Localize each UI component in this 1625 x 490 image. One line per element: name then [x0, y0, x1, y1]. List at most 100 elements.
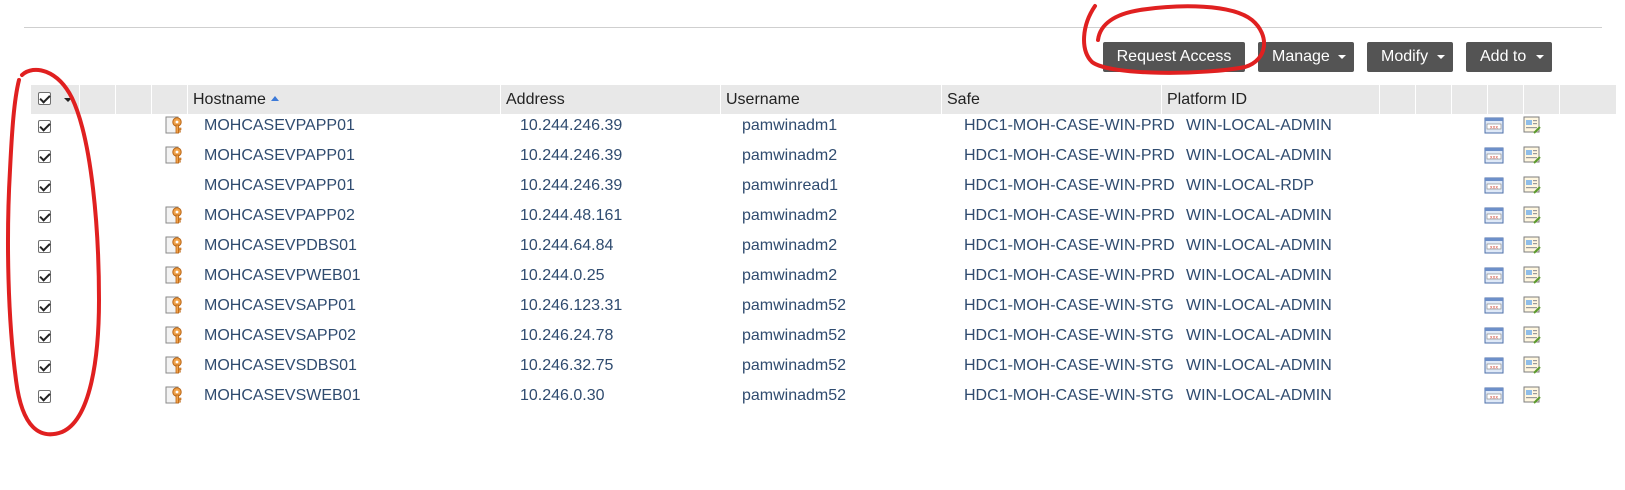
- connect-icon[interactable]: xxx: [1484, 237, 1504, 255]
- username-cell: pamwinadm52: [742, 327, 847, 344]
- table-row[interactable]: MOHCASEVSAPP02 10.246.24.78 pamwinadm52 HDC…: [31, 321, 1616, 351]
- hostname-cell: MOHCASEVPDBS01: [204, 237, 357, 254]
- modify-button[interactable]: Modify: [1367, 42, 1453, 72]
- column-header-username[interactable]: Username: [726, 85, 800, 114]
- svg-text:xxx: xxx: [1490, 125, 1498, 130]
- account-details-icon[interactable]: [1522, 116, 1542, 134]
- address-cell: 10.246.32.75: [520, 357, 614, 374]
- row-select-checkbox[interactable]: [38, 270, 51, 283]
- hostname-cell: MOHCASEVPAPP01: [204, 117, 355, 134]
- account-details-icon[interactable]: [1522, 206, 1542, 224]
- connect-icon[interactable]: xxx: [1484, 117, 1504, 135]
- hostname-cell: MOHCASEVPAPP02: [204, 207, 355, 224]
- table-row[interactable]: MOHCASEVPAPP01 10.244.246.39 pamwinadm2 HDC…: [31, 141, 1616, 171]
- platform-id-cell: WIN-LOCAL-ADMIN: [1186, 237, 1332, 254]
- row-select-checkbox[interactable]: [38, 300, 51, 313]
- username-cell: pamwinadm2: [742, 147, 838, 164]
- platform-id-cell: WIN-LOCAL-ADMIN: [1186, 357, 1332, 374]
- account-details-icon[interactable]: [1522, 296, 1542, 314]
- account-details-icon[interactable]: [1522, 176, 1542, 194]
- svg-text:xxx: xxx: [1490, 365, 1498, 370]
- table-row[interactable]: MOHCASEVSAPP01 10.246.123.31 pamwinadm52 HD…: [31, 291, 1616, 321]
- row-select-checkbox[interactable]: [38, 240, 51, 253]
- safe-cell: HDC1-MOH-CASE-WIN-PRD: [964, 207, 1175, 224]
- account-details-icon[interactable]: [1522, 386, 1542, 404]
- table-header: Hostname Address Username Safe Platform …: [31, 85, 1616, 114]
- account-details-icon[interactable]: [1522, 146, 1542, 164]
- table-row[interactable]: MOHCASEVPAPP01 10.244.246.39 pamwinadm1 HDC…: [31, 111, 1616, 141]
- address-cell: 10.244.246.39: [520, 117, 623, 134]
- address-cell: 10.244.246.39: [520, 147, 623, 164]
- hostname-cell: MOHCASEVPAPP01: [204, 147, 355, 164]
- column-header-safe[interactable]: Safe: [947, 85, 980, 114]
- key-icon: [165, 205, 185, 225]
- platform-id-cell: WIN-LOCAL-ADMIN: [1186, 147, 1332, 164]
- connect-icon[interactable]: xxx: [1484, 327, 1504, 345]
- select-all-checkbox[interactable]: [38, 92, 51, 105]
- address-cell: 10.246.24.78: [520, 327, 614, 344]
- username-cell: pamwinadm52: [742, 357, 847, 374]
- account-details-icon[interactable]: [1522, 356, 1542, 374]
- key-icon: [165, 145, 185, 165]
- select-options-chevron-icon[interactable]: [64, 98, 72, 102]
- row-select-checkbox[interactable]: [38, 120, 51, 133]
- hostname-cell: MOHCASEVPAPP01: [204, 177, 355, 194]
- platform-id-cell: WIN-LOCAL-ADMIN: [1186, 297, 1332, 314]
- top-divider: [24, 27, 1602, 28]
- svg-text:xxx: xxx: [1490, 155, 1498, 160]
- username-cell: pamwinadm2: [742, 267, 838, 284]
- svg-text:xxx: xxx: [1490, 335, 1498, 340]
- chevron-down-icon: [1437, 55, 1445, 59]
- address-cell: 10.246.123.31: [520, 297, 623, 314]
- table-row[interactable]: MOHCASEVPWEB01 10.244.0.25 pamwinadm2 HDC1-…: [31, 261, 1616, 291]
- account-details-icon[interactable]: [1522, 326, 1542, 344]
- platform-id-cell: WIN-LOCAL-RDP: [1186, 177, 1315, 194]
- svg-text:xxx: xxx: [1490, 395, 1498, 400]
- row-select-checkbox[interactable]: [38, 180, 51, 193]
- hostname-cell: MOHCASEVPWEB01: [204, 267, 361, 284]
- connect-icon[interactable]: xxx: [1484, 207, 1504, 225]
- safe-cell: HDC1-MOH-CASE-WIN-PRD: [964, 267, 1175, 284]
- account-details-icon[interactable]: [1522, 266, 1542, 284]
- column-header-platform-id[interactable]: Platform ID: [1167, 85, 1247, 114]
- add-to-button[interactable]: Add to: [1466, 42, 1552, 72]
- row-select-checkbox[interactable]: [38, 390, 51, 403]
- row-select-checkbox[interactable]: [38, 330, 51, 343]
- connect-icon[interactable]: xxx: [1484, 177, 1504, 195]
- manage-button[interactable]: Manage: [1258, 42, 1354, 72]
- platform-id-cell: WIN-LOCAL-ADMIN: [1186, 117, 1332, 134]
- chevron-down-icon: [1338, 55, 1346, 59]
- safe-cell: HDC1-MOH-CASE-WIN-STG: [964, 297, 1174, 314]
- key-icon: [165, 385, 185, 405]
- username-cell: pamwinadm52: [742, 387, 847, 404]
- table-row[interactable]: MOHCASEVPAPP02 10.244.48.161 pamwinadm2 HDC…: [31, 201, 1616, 231]
- column-header-hostname[interactable]: Hostname: [193, 85, 279, 114]
- username-cell: pamwinadm2: [742, 207, 838, 224]
- table-row[interactable]: MOHCASEVPAPP01 10.244.246.39 pamwinread1 HD…: [31, 171, 1616, 201]
- username-cell: pamwinadm2: [742, 237, 838, 254]
- connect-icon[interactable]: xxx: [1484, 387, 1504, 405]
- accounts-page: Request Access Manage Modify Add to Host…: [0, 0, 1625, 490]
- column-header-address[interactable]: Address: [506, 85, 565, 114]
- safe-cell: HDC1-MOH-CASE-WIN-PRD: [964, 237, 1175, 254]
- row-select-checkbox[interactable]: [38, 150, 51, 163]
- manage-button-label: Manage: [1272, 48, 1330, 65]
- connect-icon[interactable]: xxx: [1484, 357, 1504, 375]
- row-select-checkbox[interactable]: [38, 360, 51, 373]
- add-to-button-label: Add to: [1480, 48, 1527, 65]
- platform-id-cell: WIN-LOCAL-ADMIN: [1186, 387, 1332, 404]
- key-icon: [165, 355, 185, 375]
- row-select-checkbox[interactable]: [38, 210, 51, 223]
- hostname-cell: MOHCASEVSWEB01: [204, 387, 361, 404]
- address-cell: 10.244.64.84: [520, 237, 614, 254]
- safe-cell: HDC1-MOH-CASE-WIN-PRD: [964, 177, 1175, 194]
- connect-icon[interactable]: xxx: [1484, 267, 1504, 285]
- account-details-icon[interactable]: [1522, 236, 1542, 254]
- request-access-button[interactable]: Request Access: [1103, 42, 1245, 72]
- table-row[interactable]: MOHCASEVSWEB01 10.246.0.30 pamwinadm52 HDC1…: [31, 381, 1616, 411]
- connect-icon[interactable]: xxx: [1484, 147, 1504, 165]
- table-row[interactable]: MOHCASEVSDBS01 10.246.32.75 pamwinadm52 HDC…: [31, 351, 1616, 381]
- address-cell: 10.246.0.30: [520, 387, 605, 404]
- table-row[interactable]: MOHCASEVPDBS01 10.244.64.84 pamwinadm2 HDC1…: [31, 231, 1616, 261]
- connect-icon[interactable]: xxx: [1484, 297, 1504, 315]
